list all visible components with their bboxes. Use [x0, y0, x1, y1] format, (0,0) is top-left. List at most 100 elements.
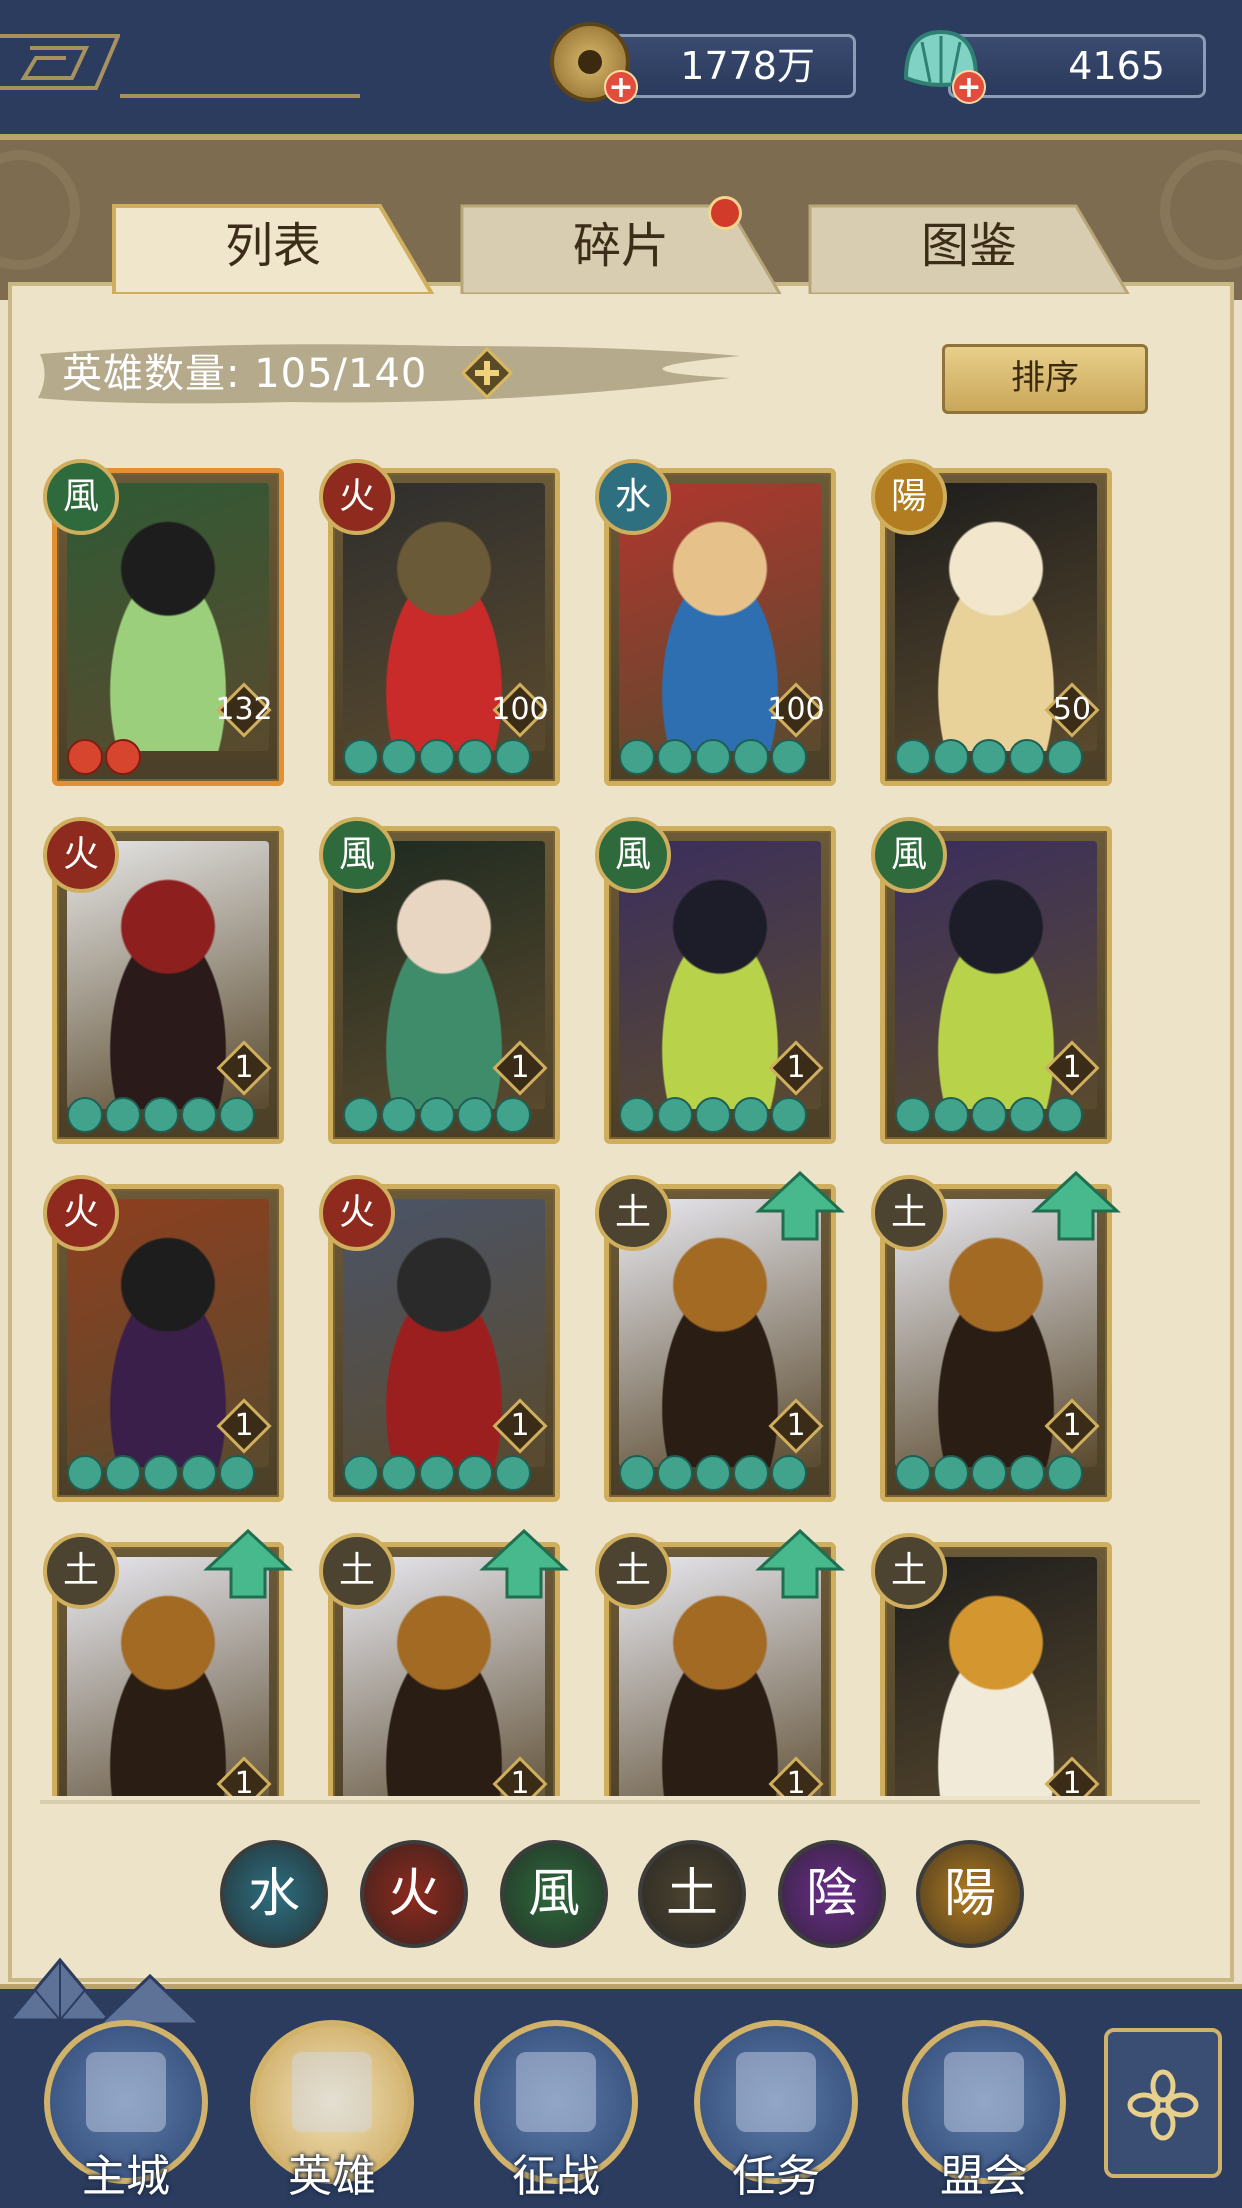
nav-label: 英雄 — [288, 2151, 376, 2202]
star-rating — [67, 1097, 273, 1133]
filter-water-button[interactable]: 水 — [220, 1840, 328, 1948]
notification-dot — [708, 196, 742, 230]
tab-encyclopedia[interactable]: 图鉴 — [806, 198, 1132, 294]
hero-card[interactable]: 1土 — [319, 1528, 569, 1796]
star-icon — [1047, 739, 1083, 775]
level-badge: 1 — [215, 1039, 273, 1097]
star-icon — [143, 1097, 179, 1133]
star-icon — [695, 1097, 731, 1133]
star-icon — [457, 1097, 493, 1133]
filter-wind-button[interactable]: 風 — [500, 1840, 608, 1948]
upgrade-arrow-icon — [755, 1528, 845, 1599]
hero-level: 1 — [510, 1050, 530, 1085]
nav-label: 盟会 — [940, 2151, 1028, 2202]
hero-level: 1 — [510, 1408, 530, 1443]
hero-level: 100 — [767, 692, 825, 727]
level-badge: 1 — [215, 1397, 273, 1455]
star-icon — [1047, 1097, 1083, 1133]
filter-yang-button[interactable]: 陽 — [916, 1840, 1024, 1948]
star-icon — [457, 739, 493, 775]
sort-button[interactable]: 排序 — [942, 344, 1148, 414]
hero-level: 1 — [1062, 1050, 1082, 1085]
hero-card[interactable]: 1土 — [871, 1170, 1121, 1502]
star-icon — [67, 739, 103, 775]
star-icon — [143, 1455, 179, 1491]
star-icon — [495, 739, 531, 775]
hero-card[interactable]: 132 風 — [43, 459, 284, 786]
element-badge-fire: 火 — [43, 1175, 119, 1251]
tab-label: 列表 — [224, 218, 321, 274]
hero-level: 1 — [234, 1766, 254, 1796]
star-icon — [933, 1097, 969, 1133]
hero-level: 1 — [786, 1408, 806, 1443]
element-badge-wind: 風 — [595, 817, 671, 893]
tab-list[interactable]: 列表 — [110, 198, 436, 294]
hero-card[interactable]: 1火 — [43, 817, 284, 1144]
hero-card[interactable]: 1火 — [319, 1175, 560, 1502]
hero-level: 1 — [786, 1766, 806, 1796]
star-rating — [895, 739, 1101, 775]
level-badge: 100 — [491, 681, 549, 739]
star-icon — [657, 1455, 693, 1491]
add-coins-button[interactable]: + — [604, 70, 638, 104]
hero-card[interactable]: 1土 — [595, 1528, 845, 1796]
star-icon — [219, 1097, 255, 1133]
level-badge: 1 — [767, 1039, 825, 1097]
hero-card[interactable]: 1風 — [871, 817, 1112, 1144]
hero-card[interactable]: 100 水 — [595, 459, 836, 786]
hero-level: 1 — [1062, 1766, 1082, 1796]
star-rating — [67, 1455, 273, 1491]
hero-level: 50 — [1052, 692, 1092, 727]
jade-counter: 4165 — [948, 34, 1206, 98]
level-badge: 1 — [1043, 1397, 1101, 1455]
star-icon — [343, 1455, 379, 1491]
star-icon — [381, 1097, 417, 1133]
hero-card[interactable]: 1土 — [595, 1170, 845, 1502]
star-rating — [343, 1455, 549, 1491]
star-icon — [695, 739, 731, 775]
diamond-plus-icon — [460, 346, 514, 400]
element-badge-yang: 陽 — [871, 459, 947, 535]
star-icon — [771, 739, 807, 775]
level-badge: 1 — [767, 1755, 825, 1796]
star-icon — [381, 739, 417, 775]
level-badge: 1 — [1043, 1755, 1101, 1796]
element-badge-earth: 土 — [595, 1175, 671, 1251]
more-menu-button[interactable] — [1104, 2028, 1222, 2178]
hero-card[interactable]: 1火 — [43, 1175, 284, 1502]
star-icon — [933, 1455, 969, 1491]
hero-card[interactable]: 50 陽 — [871, 459, 1112, 786]
flower-menu-icon — [1127, 2069, 1199, 2141]
element-badge-water: 水 — [595, 459, 671, 535]
coin-amount: 1778万 — [680, 44, 815, 88]
element-badge-wind: 風 — [43, 459, 119, 535]
hero-level: 1 — [1062, 1408, 1082, 1443]
star-rating — [895, 1097, 1101, 1133]
star-icon — [105, 1455, 141, 1491]
star-icon — [619, 1455, 655, 1491]
hero-card[interactable]: 1風 — [319, 817, 560, 1144]
filter-earth-button[interactable]: 土 — [638, 1840, 746, 1948]
star-icon — [219, 1455, 255, 1491]
star-icon — [105, 739, 141, 775]
nav-label: 主城 — [82, 2151, 170, 2202]
hero-card[interactable]: 100 火 — [319, 459, 560, 786]
star-icon — [619, 1097, 655, 1133]
star-icon — [343, 1097, 379, 1133]
hero-card[interactable]: 1風 — [595, 817, 836, 1144]
element-badge-fire: 火 — [43, 817, 119, 893]
tab-label: 图鉴 — [920, 218, 1017, 274]
hero-card[interactable]: 1土 — [871, 1533, 1112, 1796]
element-badge-earth: 土 — [871, 1175, 947, 1251]
filter-yin-button[interactable]: 陰 — [778, 1840, 886, 1948]
star-icon — [419, 1455, 455, 1491]
filter-fire-button[interactable]: 火 — [360, 1840, 468, 1948]
star-icon — [733, 739, 769, 775]
hero-card[interactable]: 1土 — [43, 1528, 293, 1796]
star-icon — [771, 1097, 807, 1133]
add-jade-button[interactable]: + — [952, 70, 986, 104]
level-badge: 1 — [491, 1755, 549, 1796]
jade-amount: 4165 — [1068, 44, 1165, 88]
divider — [40, 1800, 1200, 1804]
expand-capacity-button[interactable] — [460, 346, 514, 400]
